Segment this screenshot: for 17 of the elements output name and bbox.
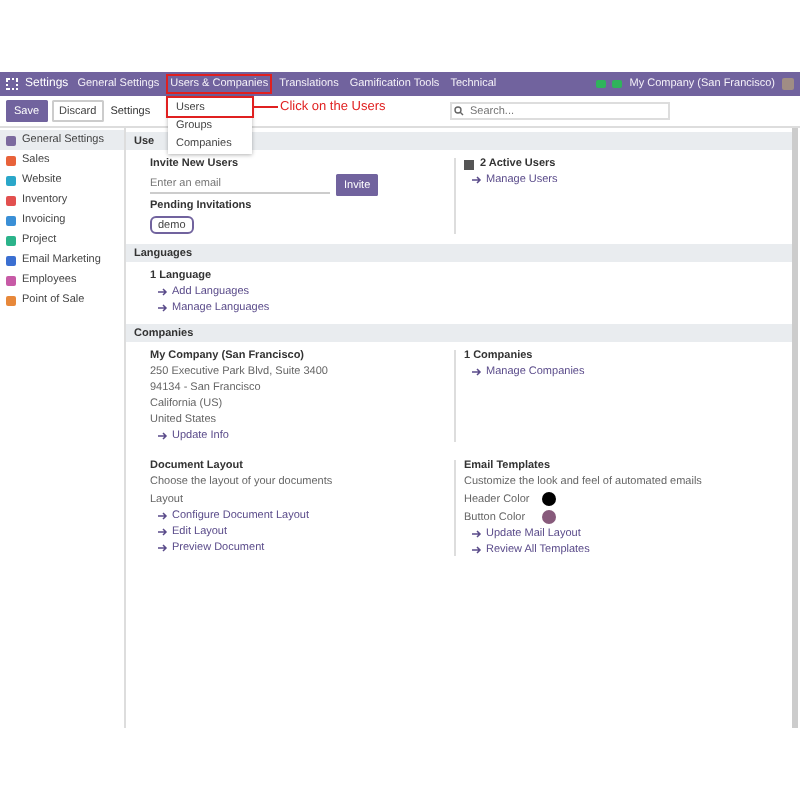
arrow-icon (472, 176, 482, 184)
arrow-icon (472, 546, 482, 554)
arrow-icon (158, 432, 168, 440)
color-swatch[interactable] (542, 492, 556, 506)
search-icon (454, 106, 464, 116)
avatar-icon[interactable] (782, 78, 794, 90)
arrow-icon (158, 544, 168, 552)
users-icon (464, 159, 474, 169)
apps-menu-icon[interactable] (6, 78, 18, 90)
color-swatch[interactable] (542, 510, 556, 524)
arrow-icon (158, 304, 168, 312)
arrow-icon (472, 368, 482, 376)
arrow-icon (158, 512, 168, 520)
scrollbar[interactable] (792, 128, 798, 728)
arrow-icon (158, 288, 168, 296)
arrow-icon (158, 528, 168, 536)
arrow-icon (472, 530, 482, 538)
